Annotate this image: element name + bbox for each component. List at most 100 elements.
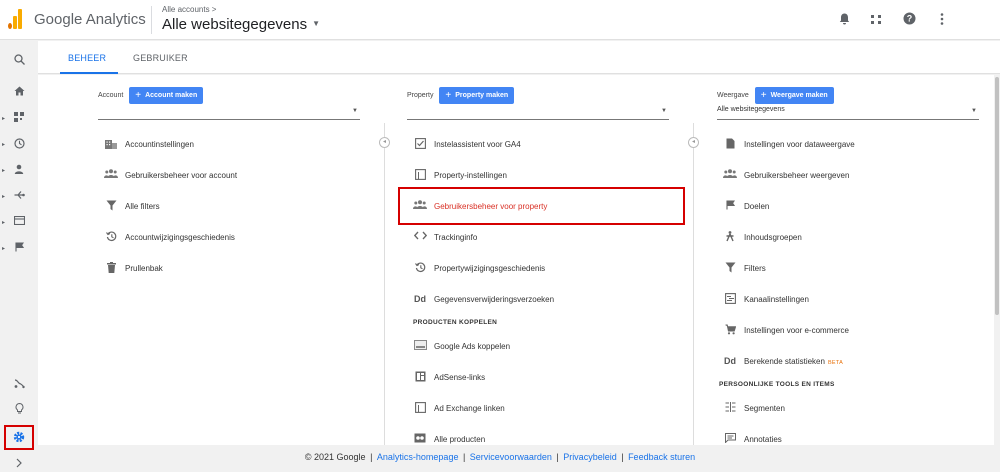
- menu-item-label: Inhoudsgroepen: [744, 233, 802, 242]
- bell-icon[interactable]: [838, 13, 850, 28]
- create-view-button[interactable]: + Weergave maken: [754, 87, 834, 104]
- property-selector[interactable]: Alle websitegegevens ▼: [162, 16, 320, 33]
- menu-item-label: Ad Exchange linken: [434, 404, 505, 413]
- settings-box-icon: [413, 169, 427, 183]
- header-actions: ?: [820, 12, 948, 28]
- menu-item-gegevensverwijderingsverzoeken[interactable]: Dd Gegevensverwijderingsverzoeken: [405, 284, 673, 315]
- history-icon: [413, 262, 427, 276]
- menu-item-alle-filters[interactable]: Alle filters: [96, 191, 360, 222]
- annotation-icon: [723, 433, 737, 446]
- property-column-header: Property + Property maken: [407, 87, 515, 104]
- search-icon[interactable]: [0, 54, 38, 72]
- menu-item-gebruikersbeheer-weergeven[interactable]: Gebruikersbeheer weergeven: [715, 160, 981, 191]
- menu-item-trackinginfo[interactable]: Trackinginfo: [405, 222, 673, 253]
- footer-link-analytics-homepage[interactable]: Analytics-homepage: [377, 452, 459, 462]
- account-select[interactable]: ▼: [98, 106, 360, 120]
- conversions-flag-icon[interactable]: ▸: [0, 242, 38, 260]
- beta-badge: BETA: [827, 360, 844, 366]
- top-app-bar: Google Analytics Alle accounts > Alle we…: [0, 0, 1000, 40]
- tab-gebruiker[interactable]: GEBRUIKER: [133, 53, 188, 63]
- menu-item-label: Doelen: [744, 202, 770, 211]
- channel-icon: [723, 293, 737, 307]
- acquisition-icon[interactable]: ▸: [0, 190, 38, 208]
- menu-item-adsense-links[interactable]: AdSense-links: [405, 362, 673, 393]
- menu-item-label: Trackinginfo: [434, 233, 478, 242]
- view-column-header: Weergave + Weergave maken: [717, 87, 834, 104]
- file-icon: [723, 138, 737, 152]
- realtime-clock-icon[interactable]: ▸: [0, 138, 38, 156]
- menu-item-label: Instellingen voor e-commerce: [744, 326, 849, 335]
- menu-item-ad-exchange-linken[interactable]: Ad Exchange linken: [405, 393, 673, 424]
- footer-link-privacybeleid[interactable]: Privacybeleid: [563, 452, 617, 462]
- dd-icon: Dd: [724, 356, 736, 366]
- history-icon: [104, 231, 118, 245]
- menu-item-instelassistent-ga4[interactable]: Instelassistent voor GA4: [405, 129, 673, 160]
- menu-item-label: Accountinstellingen: [125, 140, 194, 149]
- footer-link-servicevoorwaarden[interactable]: Servicevoorwaarden: [470, 452, 552, 462]
- menu-item-accountinstellingen[interactable]: Accountinstellingen: [96, 129, 360, 160]
- lightbulb-icon[interactable]: [0, 402, 38, 421]
- menu-item-inhoudsgroepen[interactable]: Inhoudsgroepen: [715, 222, 981, 253]
- menu-item-accountwijzigingsgeschiedenis[interactable]: Accountwijzigingsgeschiedenis: [96, 222, 360, 253]
- menu-item-propertywijzigingsgeschiedenis[interactable]: Propertywijzigingsgeschiedenis: [405, 253, 673, 284]
- adexchange-icon: [413, 402, 427, 416]
- menu-item-berekende-statistieken[interactable]: Dd Berekende statistieken BETA: [715, 346, 981, 377]
- account-column-header: Account + Account maken: [98, 87, 204, 104]
- column-divider: [384, 123, 385, 445]
- menu-item-doelen[interactable]: Doelen: [715, 191, 981, 222]
- menu-item-kanaalinstellingen[interactable]: Kanaalinstellingen: [715, 284, 981, 315]
- collapse-arrow-icon[interactable]: ◂: [379, 137, 390, 148]
- behavior-icon[interactable]: ▸: [0, 215, 38, 234]
- active-tab-indicator: [60, 72, 118, 74]
- trash-icon: [104, 262, 118, 276]
- home-icon[interactable]: [0, 86, 38, 104]
- menu-item-label: Filters: [744, 264, 766, 273]
- menu-item-label: Alle producten: [434, 435, 486, 444]
- menu-item-google-ads-koppelen[interactable]: Google Ads koppelen: [405, 331, 673, 362]
- menu-item-instellingen-e-commerce[interactable]: Instellingen voor e-commerce: [715, 315, 981, 346]
- highlight-box: [398, 187, 685, 225]
- audience-person-icon[interactable]: ▸: [0, 164, 38, 182]
- menu-item-label: Gebruikersbeheer weergeven: [744, 171, 850, 180]
- menu-item-label: Instellingen voor dataweergave: [744, 140, 855, 149]
- account-label: Account: [98, 92, 124, 99]
- help-icon[interactable]: ?: [903, 12, 916, 28]
- google-analytics-logo-icon[interactable]: [8, 9, 22, 29]
- view-select[interactable]: Alle websitegegevens ▼: [717, 106, 979, 120]
- building-icon: [104, 138, 118, 152]
- menu-item-label: Berekende statistieken: [744, 357, 825, 366]
- property-select[interactable]: ▼: [407, 106, 669, 120]
- flag-icon: [723, 200, 737, 213]
- menu-item-segmenten[interactable]: Segmenten: [715, 393, 981, 424]
- menu-item-label: Alle filters: [125, 202, 160, 211]
- tab-beheer[interactable]: BEHEER: [68, 53, 106, 63]
- menu-item-instellingen-dataweergave[interactable]: Instellingen voor dataweergave: [715, 129, 981, 160]
- menu-item-filters[interactable]: Filters: [715, 253, 981, 284]
- filter-icon: [723, 262, 737, 276]
- menu-item-annotaties[interactable]: Annotaties: [715, 424, 981, 455]
- ads-icon: [413, 340, 427, 353]
- menu-item-label: Segmenten: [744, 404, 785, 413]
- collapse-arrow-icon[interactable]: ◂: [688, 137, 699, 148]
- code-icon: [413, 231, 427, 243]
- cart-icon: [723, 324, 737, 338]
- create-property-button[interactable]: + Property maken: [439, 87, 515, 104]
- account-breadcrumb[interactable]: Alle accounts >: [162, 5, 216, 14]
- menu-item-alle-producten[interactable]: Alle producten: [405, 424, 673, 455]
- menu-item-label: Annotaties: [744, 435, 782, 444]
- create-account-button[interactable]: + Account maken: [129, 87, 204, 104]
- menu-item-prullenbak[interactable]: Prullenbak: [96, 253, 360, 284]
- footer-link-feedback-sturen[interactable]: Feedback sturen: [628, 452, 695, 462]
- customization-icon[interactable]: ▸: [0, 112, 38, 130]
- more-icon[interactable]: [936, 13, 948, 28]
- admin-panel: Account + Account maken ▼ Accountinstelli…: [38, 75, 994, 445]
- scrollbar-thumb[interactable]: [995, 77, 999, 315]
- menu-item-gebruikersbeheer-account[interactable]: Gebruikersbeheer voor account: [96, 160, 360, 191]
- attribution-icon[interactable]: [0, 378, 38, 396]
- apps-icon[interactable]: [871, 14, 883, 28]
- menu-item-label: Instelassistent voor GA4: [434, 140, 521, 149]
- admin-gear-icon[interactable]: [4, 425, 34, 450]
- page-scrollbar[interactable]: [994, 75, 1000, 445]
- caret-down-icon: ▼: [312, 19, 321, 28]
- checkbox-icon: [413, 138, 427, 152]
